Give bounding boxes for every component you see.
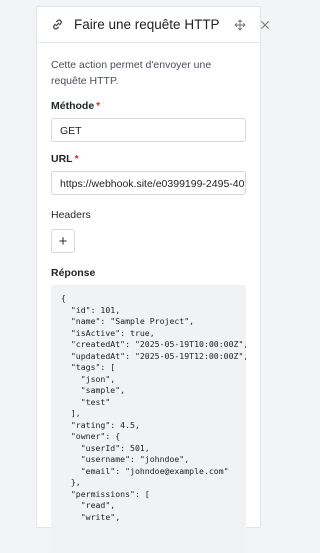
code-line: "username": "johndoe",	[61, 454, 190, 464]
close-icon[interactable]	[260, 18, 270, 32]
code-line: {	[61, 293, 66, 303]
code-line: "rating": 4.5,	[61, 419, 140, 430]
required-mark: *	[74, 153, 79, 165]
code-line: "write",	[61, 511, 121, 522]
url-field[interactable]: https://webhook.site/e0399199-2495-40	[51, 171, 246, 195]
method-label-text: Méthode	[51, 100, 95, 112]
method-label: Méthode *	[51, 100, 246, 112]
code-line: "sample",	[61, 385, 126, 395]
code-line: "userId": 501,	[61, 442, 150, 453]
required-mark: *	[96, 100, 101, 112]
panel-header: Faire une requête HTTP	[37, 7, 269, 43]
code-line: "read",	[61, 500, 116, 510]
code-line: "email": "johndoe@example.com"	[61, 465, 229, 476]
http-request-panel: Faire une requête HTTP Cette action perm…	[36, 6, 269, 553]
link-icon	[51, 18, 64, 32]
code-line: "name": "Sample Project",	[61, 316, 195, 326]
code-line: "json",	[61, 373, 116, 384]
method-field[interactable]: GET	[51, 118, 246, 142]
code-line: "createdAt": "2025-05-19T10:00:00Z",	[61, 339, 246, 349]
panel-content: Cette action permet d'envoyer une requêt…	[37, 57, 260, 553]
code-line: "isActive": true,	[61, 327, 155, 338]
move-icon[interactable]	[234, 18, 246, 32]
headers-label: Headers	[51, 209, 91, 221]
url-label: URL *	[51, 153, 246, 165]
code-line: ],	[61, 408, 81, 418]
response-code-block[interactable]: { "id": 101, "name": "Sample Project", "…	[51, 285, 246, 553]
code-line: "permissions": [	[61, 488, 150, 499]
response-label: Réponse	[51, 267, 96, 279]
code-line: "tags": [	[61, 362, 116, 372]
action-description: Cette action permet d'envoyer une requêt…	[51, 59, 212, 87]
add-header-button[interactable]: +	[51, 229, 75, 253]
code-line: "updatedAt": "2025-05-19T12:00:00Z",	[61, 350, 246, 361]
panel-title: Faire une requête HTTP	[74, 17, 220, 32]
code-line: "test"	[61, 396, 111, 407]
code-line: "owner": {	[61, 431, 121, 441]
code-line: "id": 101,	[61, 304, 121, 315]
url-label-text: URL	[51, 153, 73, 165]
code-line: },	[61, 477, 81, 487]
